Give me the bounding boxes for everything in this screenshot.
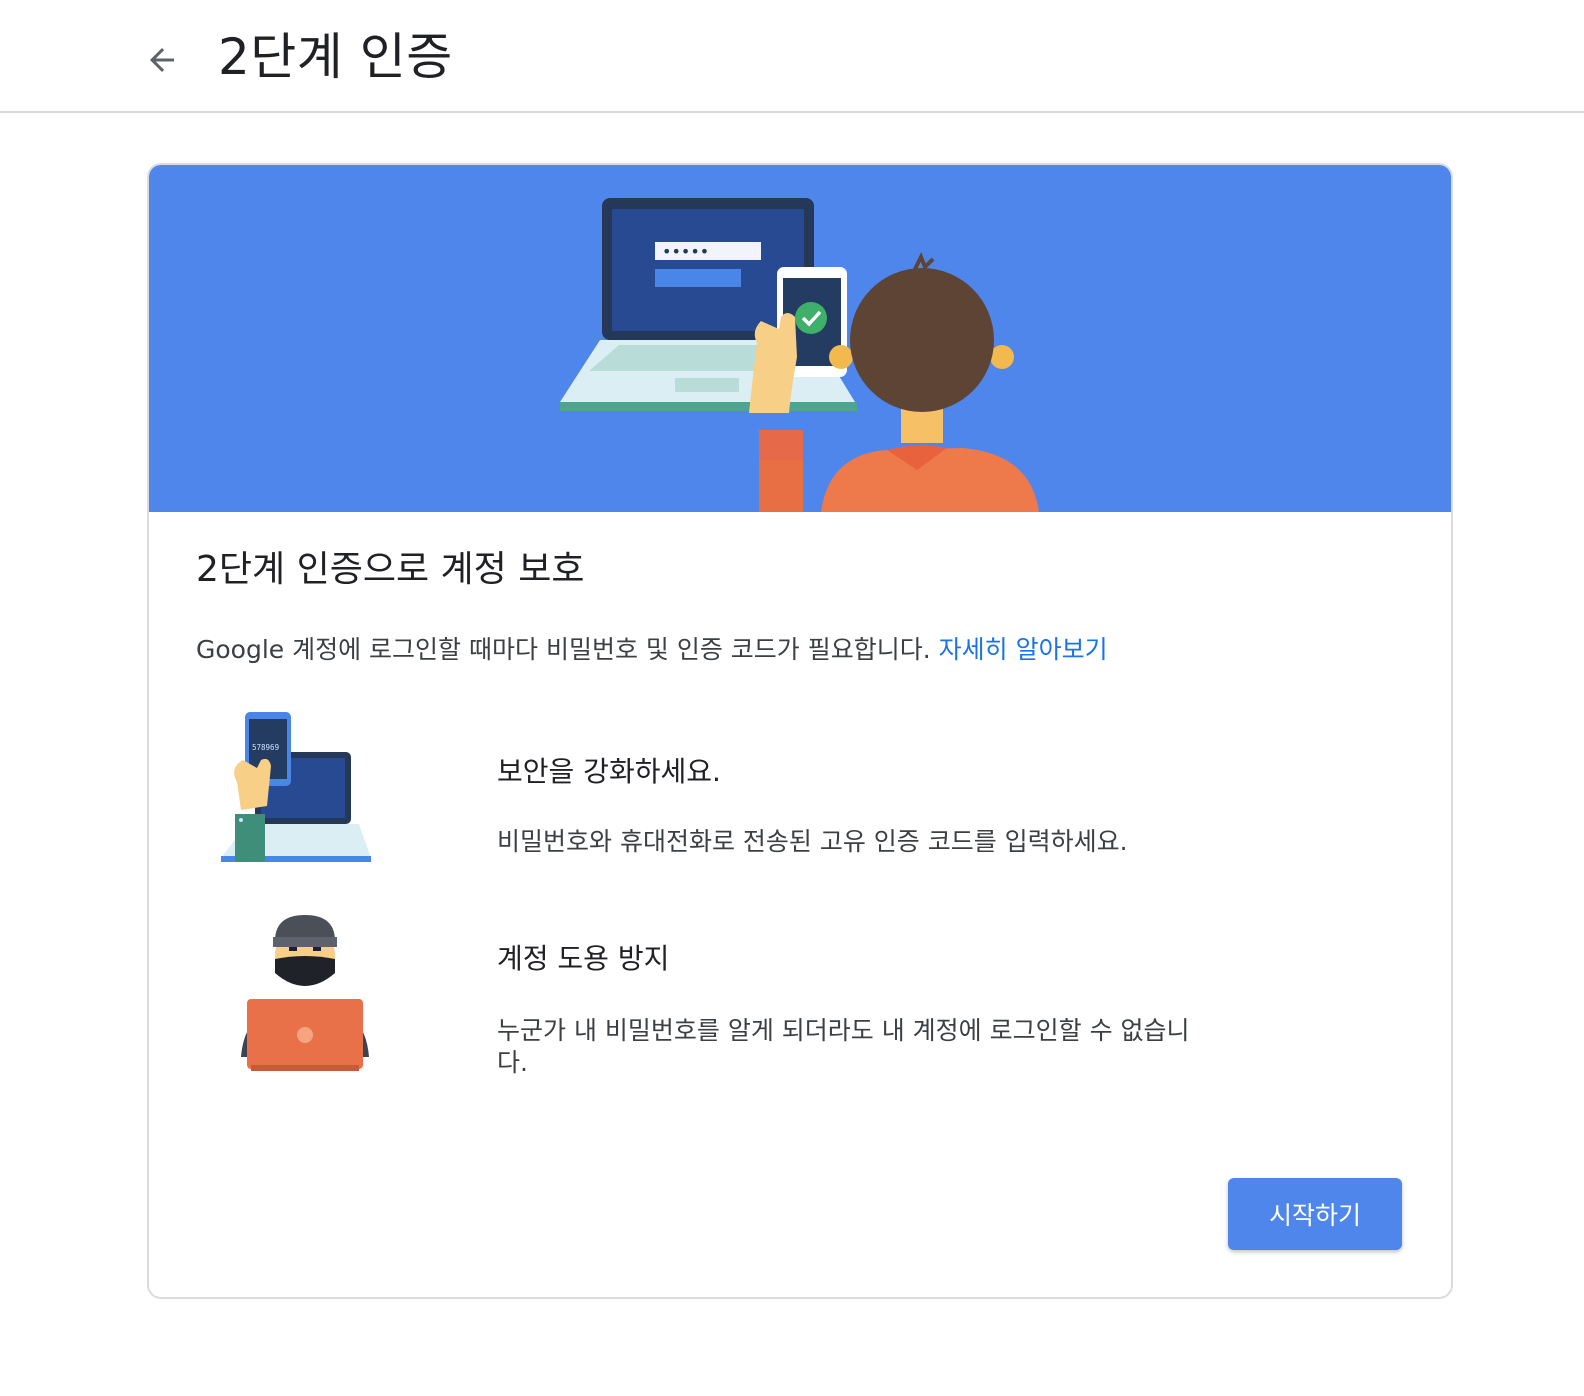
verification-code: 578969 [252, 743, 279, 752]
password-mask: ••••• [662, 242, 709, 261]
arrow-left-icon [150, 48, 174, 72]
hero-banner: ••••• [149, 165, 1451, 512]
card-description: Google 계정에 로그인할 때마다 비밀번호 및 인증 코드가 필요합니다.… [196, 632, 1108, 668]
feature-desc-prevent-theft: 누군가 내 비밀번호를 알게 되더라도 내 계정에 로그인할 수 없습니다. [497, 1016, 1190, 1077]
feature-desc-security: 비밀번호와 휴대전화로 전송된 고유 인증 코드를 입력하세요. [497, 827, 1128, 856]
two-step-card: ••••• 2단계 인증으로 계정 보호 Google 계정에 로그인할 때마다… [147, 163, 1453, 1299]
learn-more-link[interactable]: 자세히 알아보기 [939, 635, 1108, 664]
description-text: Google 계정에 로그인할 때마다 비밀번호 및 인증 코드가 필요합니다. [196, 635, 931, 664]
top-bar: 2단계 인증 [0, 0, 1584, 113]
hacker-illustration [237, 915, 373, 1079]
back-button[interactable] [138, 36, 186, 84]
start-button[interactable]: 시작하기 [1228, 1178, 1402, 1250]
feature-title-prevent-theft: 계정 도용 방지 [497, 942, 670, 975]
page-title: 2단계 인증 [218, 28, 453, 86]
phone-code-laptop-illustration: 578969 [219, 710, 379, 869]
feature-title-security: 보안을 강화하세요. [497, 755, 721, 788]
card-heading: 2단계 인증으로 계정 보호 [196, 549, 585, 590]
hero-illustration: ••••• [560, 198, 1039, 512]
